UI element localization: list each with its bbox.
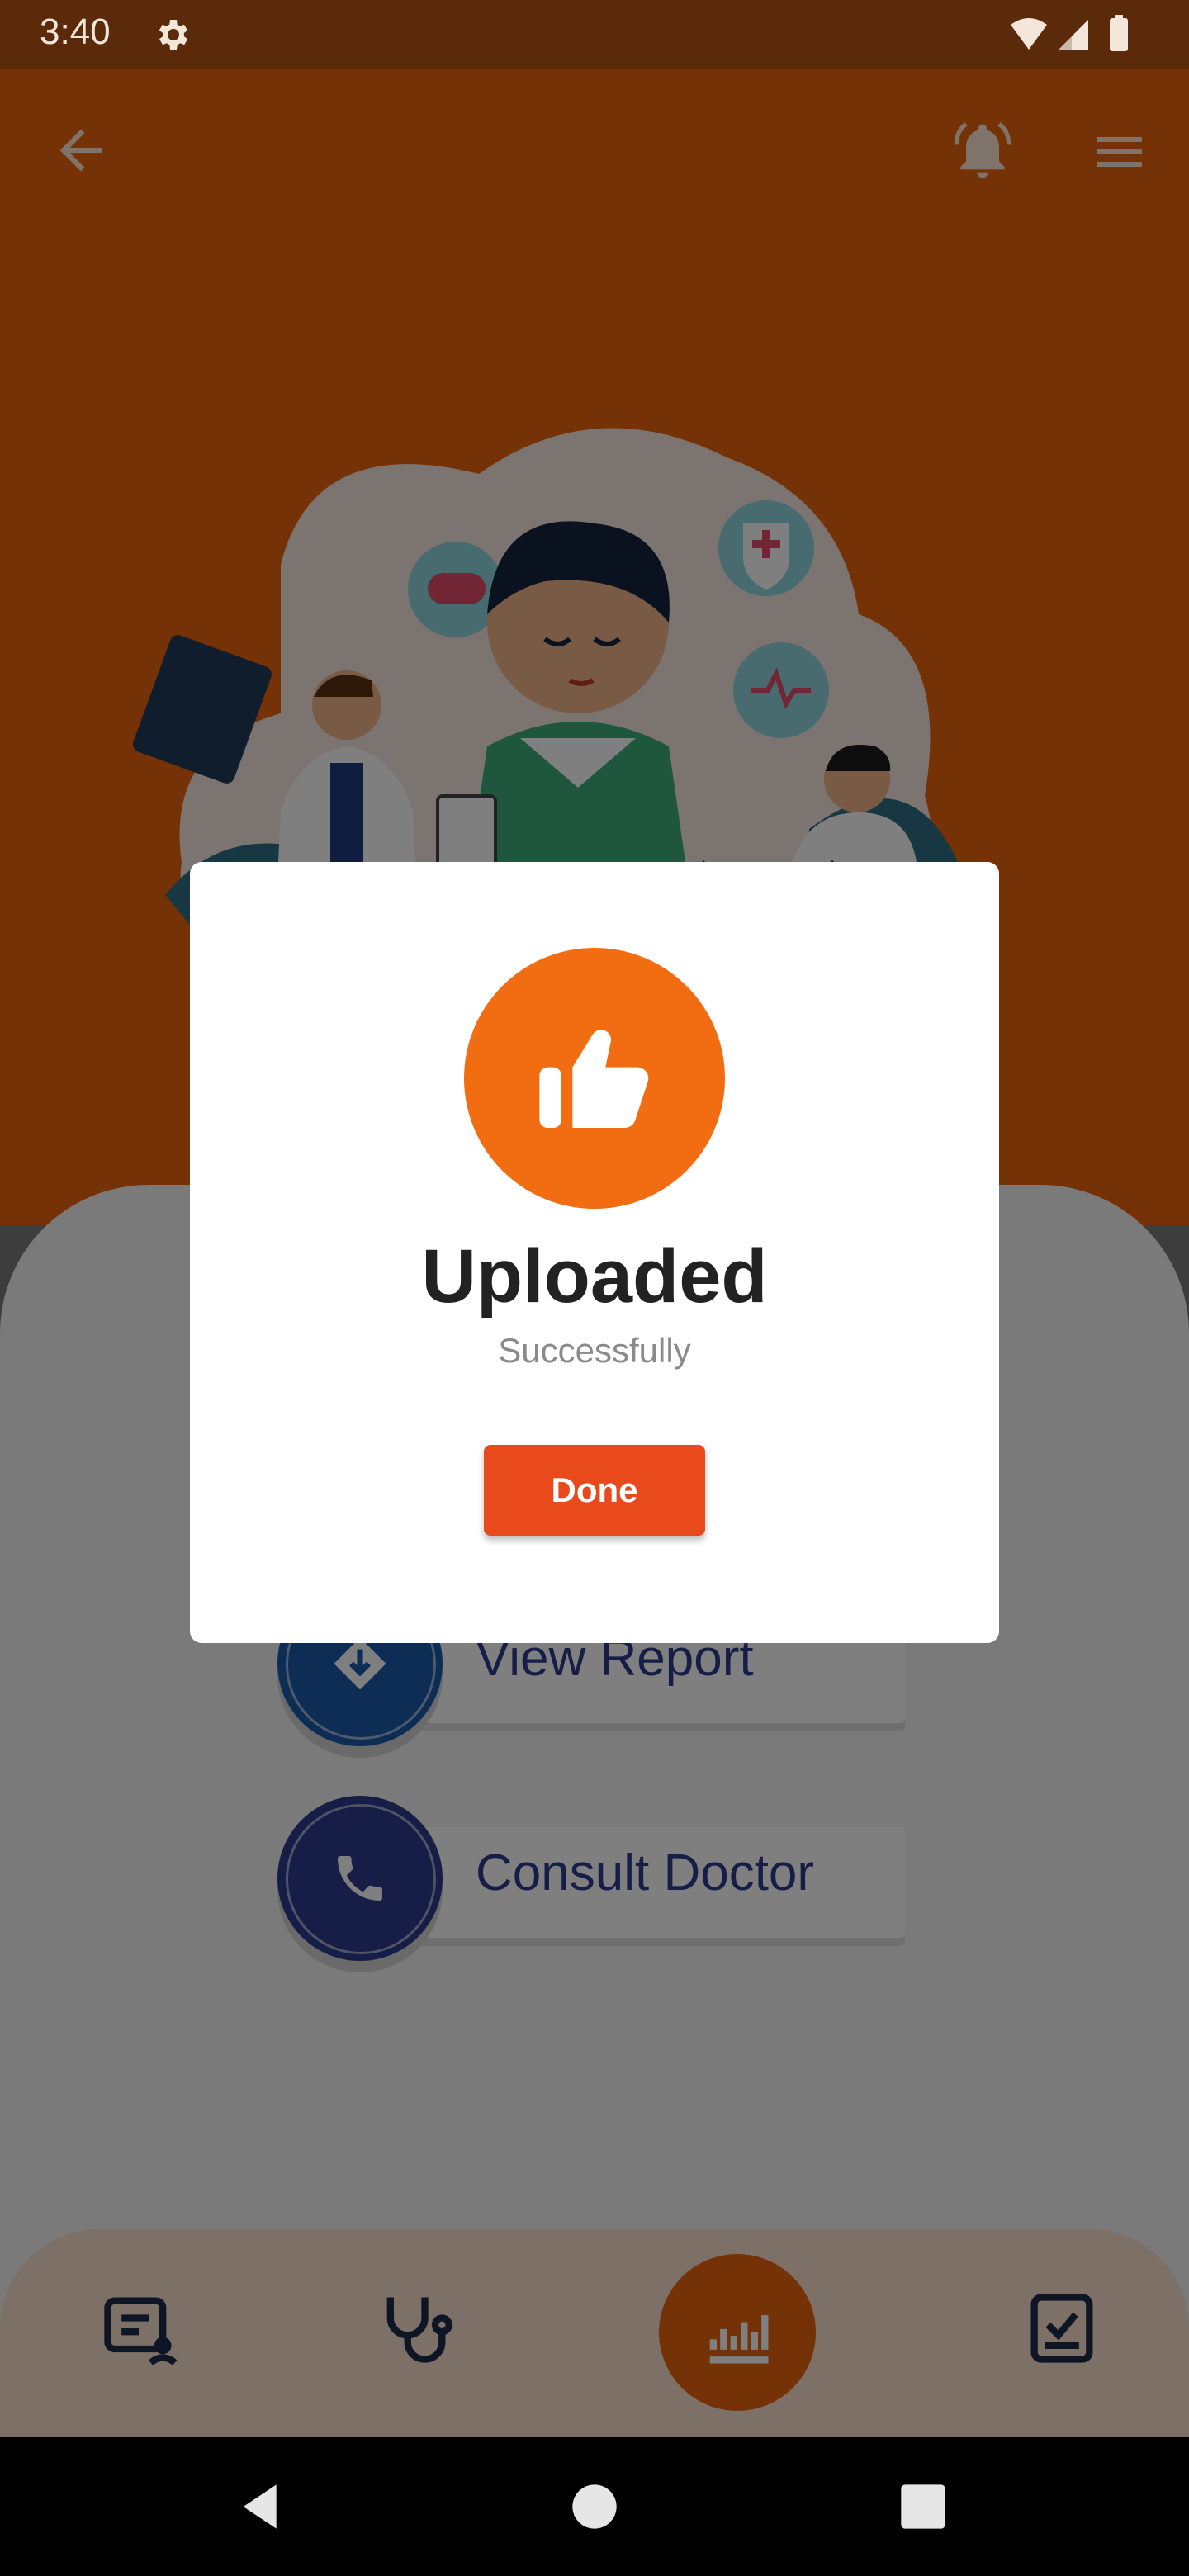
battery-icon — [1110, 18, 1128, 51]
nav-recents-icon[interactable] — [890, 2474, 956, 2540]
status-bar: 3:40 — [0, 0, 1189, 69]
status-time: 3:40 — [40, 12, 111, 52]
settings-gear-icon — [159, 20, 188, 50]
thumbs-up-badge — [464, 948, 725, 1209]
dialog-title: Uploaded — [421, 1234, 768, 1319]
wifi-icon — [1011, 18, 1047, 50]
upload-success-dialog: Uploaded Successfully Done — [190, 862, 999, 1643]
done-button[interactable]: Done — [484, 1445, 705, 1536]
status-icons — [1011, 15, 1128, 51]
nav-back-icon[interactable] — [230, 2474, 296, 2540]
system-navigation-bar — [0, 2437, 1189, 2576]
dialog-subtitle: Successfully — [498, 1331, 691, 1370]
nav-home-icon[interactable] — [561, 2474, 628, 2540]
thumbs-up-icon — [539, 1030, 649, 1128]
